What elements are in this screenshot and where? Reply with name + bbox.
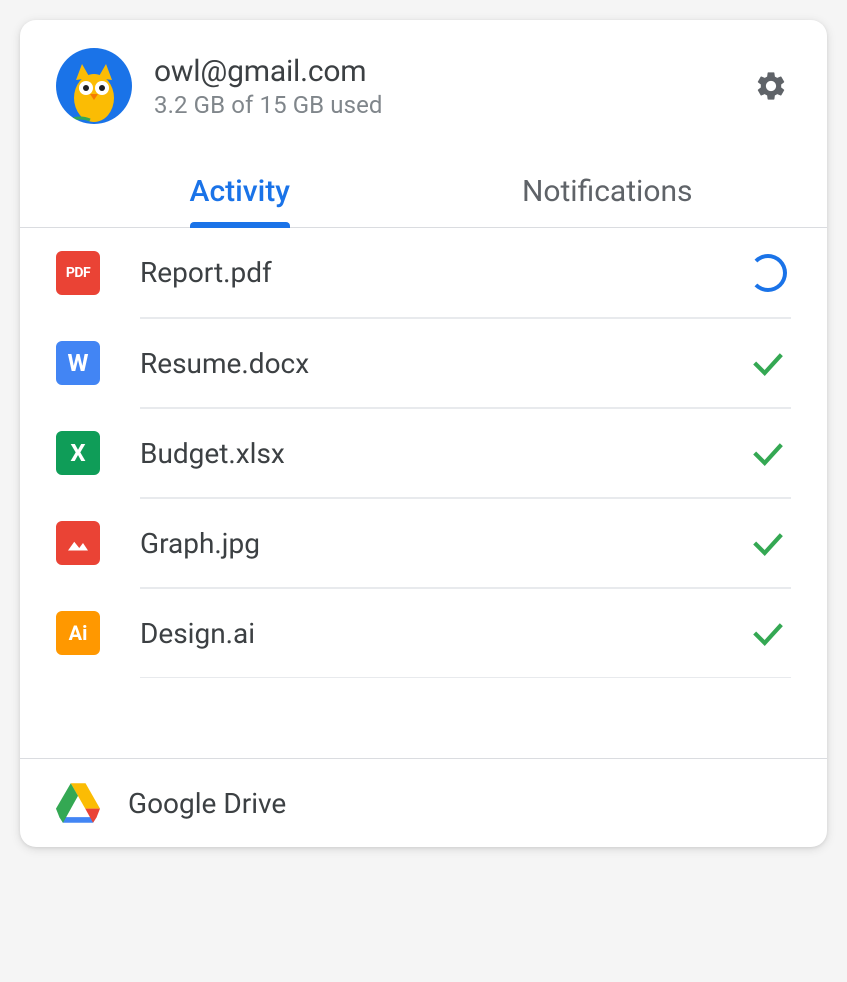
- illustrator-icon: Ai: [56, 611, 100, 655]
- drive-panel: owl@gmail.com 3.2 GB of 15 GB used Activ…: [20, 20, 827, 847]
- footer-label: Google Drive: [128, 787, 286, 820]
- tab-activity[interactable]: Activity: [56, 160, 424, 227]
- list-item[interactable]: Graph.jpg: [56, 498, 791, 588]
- list-item[interactable]: PDF Report.pdf: [56, 228, 791, 318]
- list-item[interactable]: W Resume.docx: [56, 318, 791, 408]
- file-name: Report.pdf: [140, 256, 745, 289]
- syncing-icon: [745, 250, 791, 296]
- owl-avatar-icon: [66, 60, 122, 124]
- tab-label: Activity: [190, 174, 290, 209]
- settings-button[interactable]: [751, 66, 791, 106]
- gear-icon: [754, 69, 788, 103]
- file-name: Graph.jpg: [140, 527, 745, 560]
- list-item[interactable]: X Budget.xlsx: [56, 408, 791, 498]
- checkmark-icon: [745, 520, 791, 566]
- checkmark-icon: [745, 340, 791, 386]
- footer-drive-link[interactable]: Google Drive: [20, 758, 827, 847]
- avatar[interactable]: [56, 48, 132, 124]
- word-icon: W: [56, 341, 100, 385]
- image-icon: [56, 521, 100, 565]
- account-email: owl@gmail.com: [154, 54, 751, 89]
- file-list: PDF Report.pdf W Resume.docx X: [20, 228, 827, 758]
- excel-icon: X: [56, 431, 100, 475]
- file-name: Budget.xlsx: [140, 437, 745, 470]
- file-name: Resume.docx: [140, 347, 745, 380]
- tab-label: Notifications: [522, 174, 693, 209]
- google-drive-icon: [56, 783, 100, 823]
- tab-notifications[interactable]: Notifications: [424, 160, 792, 227]
- pdf-icon: PDF: [56, 251, 100, 295]
- checkmark-icon: [745, 430, 791, 476]
- file-name: Design.ai: [140, 617, 745, 650]
- tab-bar: Activity Notifications: [20, 160, 827, 228]
- storage-usage: 3.2 GB of 15 GB used: [154, 91, 751, 119]
- list-item[interactable]: Ai Design.ai: [56, 588, 791, 678]
- account-info: owl@gmail.com 3.2 GB of 15 GB used: [154, 54, 751, 119]
- account-header: owl@gmail.com 3.2 GB of 15 GB used: [20, 20, 827, 144]
- checkmark-icon: [745, 610, 791, 656]
